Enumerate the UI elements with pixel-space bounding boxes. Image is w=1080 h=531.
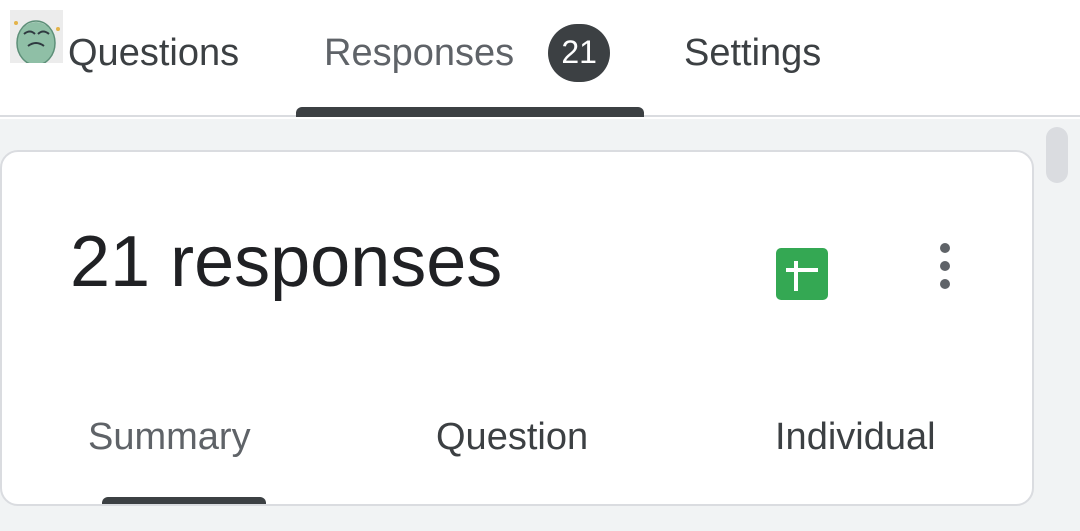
tab-questions-label: Questions (68, 31, 240, 74)
tab-responses-label: Responses (324, 31, 515, 74)
summary-card: 21 responses Summary Question Individual (0, 150, 1034, 506)
google-sheets-icon[interactable] (776, 248, 828, 300)
avatar[interactable] (10, 10, 63, 63)
subtab-individual[interactable]: Individual (775, 418, 936, 456)
responses-panel: 21 responses Summary Question Individual (0, 119, 1080, 531)
tab-settings-label: Settings (684, 31, 822, 74)
tab-responses[interactable]: Responses 21 (296, 0, 644, 117)
active-subtab-indicator (102, 497, 266, 504)
responses-count-badge: 21 (548, 23, 611, 82)
more-vert-icon[interactable] (930, 240, 960, 292)
tab-questions[interactable]: Questions (68, 0, 239, 117)
response-count-title: 21 responses (70, 222, 503, 302)
active-tab-indicator (296, 107, 644, 117)
top-tab-bar: Questions Responses 21 Settings (0, 0, 1080, 117)
scrollbar-thumb[interactable] (1046, 127, 1068, 183)
subtab-question[interactable]: Question (436, 418, 588, 456)
tab-settings[interactable]: Settings (684, 0, 821, 117)
subtab-summary[interactable]: Summary (88, 418, 251, 456)
